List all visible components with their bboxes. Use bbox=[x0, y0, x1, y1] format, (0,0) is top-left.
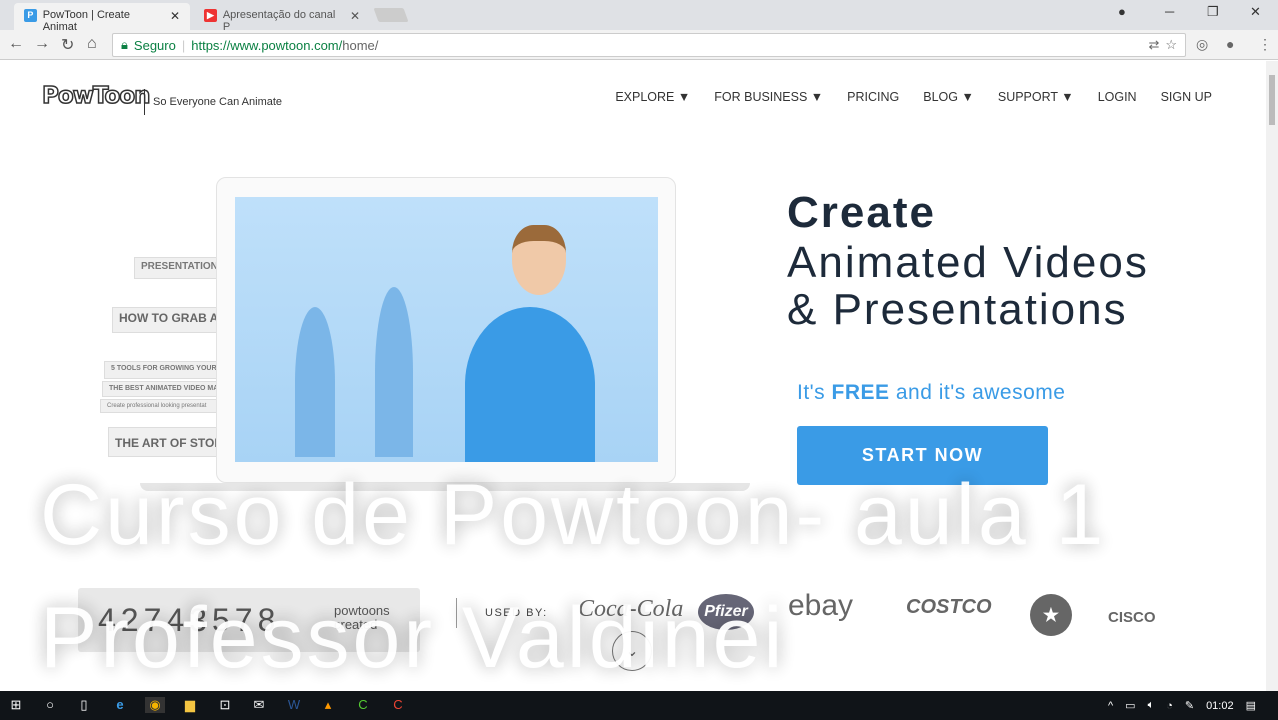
task-view-icon[interactable]: ▯ bbox=[74, 697, 94, 713]
app-icon[interactable]: ▴ bbox=[318, 697, 338, 713]
tab-youtube[interactable]: ▶ Apresentação do canal P ✕ bbox=[194, 3, 370, 33]
tagline: So Everyone Can Animate bbox=[144, 89, 282, 115]
cisco-logo: CISCO bbox=[1108, 609, 1156, 626]
url-host: https://www.powtoon.com/ bbox=[191, 37, 343, 53]
notifications-icon[interactable]: ▤ bbox=[1246, 699, 1256, 712]
back-icon[interactable]: ← bbox=[8, 35, 24, 53]
menu-sign-up[interactable]: SIGN UP bbox=[1161, 90, 1212, 104]
profile-icon[interactable]: ● bbox=[1118, 4, 1126, 19]
powtoon-homepage: PowToon So Everyone Can Animate EXPLORE … bbox=[0, 61, 1266, 691]
windows-taskbar: ⊞ ○ ▯ e ◉ ▆ ⊡ ✉ W ▴ C C ^ ▭ 🔈︎ ◔ ✎ 01:02… bbox=[0, 691, 1278, 720]
menu-icon[interactable]: ⋮ bbox=[1258, 36, 1272, 53]
hero-subtitle: Animated Videos & Presentations bbox=[787, 239, 1149, 333]
book-stack-illustration: PRESENTATION HOW TO GRAB A 5 TOOLS FOR G… bbox=[98, 257, 218, 467]
store-icon[interactable]: ⊡ bbox=[215, 697, 235, 713]
book: THE ART OF STORY bbox=[108, 427, 218, 457]
video-title-overlay: Curso de Powtoon- aula 1 bbox=[40, 467, 1107, 563]
security-label: Seguro bbox=[133, 37, 176, 53]
tab-strip: P PowToon | Create Animat ✕ ▶ Apresentaç… bbox=[0, 0, 1278, 33]
character-body bbox=[465, 307, 595, 462]
menu-blog[interactable]: BLOG ▼ bbox=[923, 90, 974, 104]
youtube-favicon-icon: ▶ bbox=[204, 9, 217, 22]
volume-icon[interactable]: 🔈︎ bbox=[1148, 699, 1155, 712]
book: Create professional looking presentat bbox=[100, 399, 218, 413]
menu-for-business[interactable]: FOR BUSINESS ▼ bbox=[714, 90, 823, 104]
character-head bbox=[512, 225, 566, 295]
book: HOW TO GRAB A bbox=[112, 307, 218, 333]
translate-icon[interactable]: ⇄ bbox=[1148, 37, 1159, 53]
free-bold: FREE bbox=[831, 381, 890, 404]
reload-icon[interactable]: ↻ bbox=[61, 35, 74, 55]
close-tab-icon[interactable]: ✕ bbox=[170, 9, 180, 23]
menu-pricing[interactable]: PRICING bbox=[847, 90, 899, 104]
home-icon[interactable]: ⌂ bbox=[87, 35, 97, 53]
camtasia-green-icon[interactable]: C bbox=[353, 697, 373, 712]
main-menu: EXPLORE ▼ FOR BUSINESS ▼ PRICING BLOG ▼ … bbox=[615, 90, 1212, 104]
free-post: and it's awesome bbox=[889, 381, 1066, 404]
cortana-icon[interactable]: ○ bbox=[40, 697, 60, 712]
page-scrollbar[interactable] bbox=[1266, 61, 1278, 691]
powtoon-favicon-icon: P bbox=[24, 9, 37, 22]
book: THE BEST ANIMATED VIDEO MAK bbox=[102, 381, 218, 397]
chrome-icon[interactable]: ◉ bbox=[145, 697, 165, 713]
person-illustration bbox=[295, 307, 335, 457]
book: PRESENTATION bbox=[134, 257, 218, 279]
laptop-screen-illustration bbox=[235, 197, 658, 462]
word-icon[interactable]: W bbox=[284, 697, 304, 712]
costco-logo: COSTCO bbox=[906, 596, 992, 618]
bookmark-star-icon[interactable]: ☆ bbox=[1165, 37, 1177, 53]
close-window-icon[interactable]: ✕ bbox=[1250, 4, 1261, 20]
starbucks-logo: ★ bbox=[1030, 594, 1072, 636]
book: 5 TOOLS FOR GROWING YOUR bbox=[104, 361, 218, 379]
person-illustration bbox=[375, 287, 413, 457]
lock-icon: 🔒︎ bbox=[121, 37, 128, 52]
pen-icon[interactable]: ✎ bbox=[1185, 699, 1194, 712]
close-tab-icon[interactable]: ✕ bbox=[350, 9, 360, 23]
tab-powtoon[interactable]: P PowToon | Create Animat ✕ bbox=[14, 3, 190, 33]
show-hidden-icons-icon[interactable]: ^ bbox=[1108, 700, 1113, 712]
new-tab-button[interactable] bbox=[373, 8, 409, 22]
scrollbar-thumb[interactable] bbox=[1269, 75, 1275, 125]
battery-icon[interactable]: ▭ bbox=[1125, 699, 1135, 712]
hero-subtitle-line: & Presentations bbox=[787, 285, 1128, 334]
extension-icon-2[interactable]: ● bbox=[1226, 36, 1234, 52]
free-pre: It's bbox=[797, 381, 832, 404]
camtasia-red-icon[interactable]: C bbox=[388, 697, 408, 712]
hero-title: Create bbox=[787, 188, 936, 237]
extension-icon[interactable]: ◎ bbox=[1196, 36, 1208, 53]
edge-icon[interactable]: e bbox=[110, 697, 130, 712]
free-tagline: It's FREE and it's awesome bbox=[797, 381, 1065, 405]
windows-start-icon[interactable]: ⊞ bbox=[6, 697, 26, 713]
powtoon-logo[interactable]: PowToon bbox=[41, 82, 151, 110]
restore-icon[interactable]: ❐ bbox=[1207, 4, 1219, 20]
menu-explore[interactable]: EXPLORE ▼ bbox=[615, 90, 690, 104]
video-author-overlay: Professor Valdinei bbox=[40, 590, 786, 686]
mail-icon[interactable]: ✉ bbox=[249, 697, 269, 713]
ebay-logo: ebay bbox=[788, 589, 854, 622]
menu-login[interactable]: LOGIN bbox=[1098, 90, 1137, 104]
hero-subtitle-line: Animated Videos bbox=[787, 238, 1149, 287]
file-explorer-icon[interactable]: ▆ bbox=[180, 697, 200, 713]
clock[interactable]: 01:02 bbox=[1206, 700, 1234, 712]
browser-toolbar: ← → ↻ ⌂ 🔒︎ Seguro | https://www.powtoon.… bbox=[0, 30, 1278, 60]
system-tray: ^ ▭ 🔈︎ ◔ ✎ 01:02 ▤ bbox=[1108, 691, 1278, 720]
wifi-icon[interactable]: ◔ bbox=[1166, 700, 1173, 712]
forward-icon[interactable]: → bbox=[34, 35, 50, 53]
menu-support[interactable]: SUPPORT ▼ bbox=[998, 90, 1074, 104]
address-bar[interactable]: 🔒︎ Seguro | https://www.powtoon.com/home… bbox=[112, 33, 1186, 57]
url-path: home/ bbox=[342, 37, 379, 53]
minimize-icon[interactable]: ─ bbox=[1165, 4, 1174, 19]
